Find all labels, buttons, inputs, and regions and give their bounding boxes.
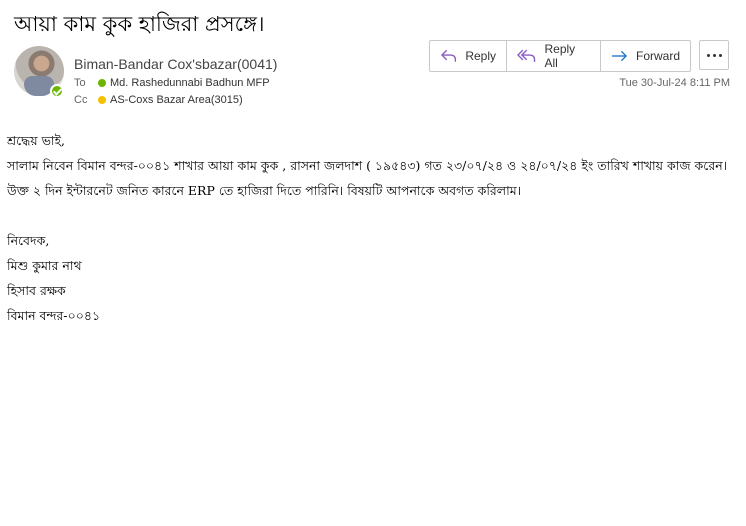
email-subject: আয়া কাম কুক হাজিরা প্রসঙ্গে। [14, 12, 265, 36]
reply-all-icon [517, 49, 536, 62]
more-options-icon-dot [718, 53, 722, 57]
signature-title: হিসাব রক্ষক [7, 283, 66, 298]
cc-label: Cc [74, 94, 88, 106]
presence-available-icon [50, 84, 64, 98]
greeting: শ্রদ্ধেয় ভাই, [7, 133, 66, 148]
reply-label: Reply [465, 49, 496, 63]
forward-button[interactable]: Forward [601, 41, 690, 71]
reply-all-label: Reply All [544, 42, 576, 70]
cc-recipient-name: AS-Coxs Bazar Area(3015) [110, 94, 243, 106]
sender-name[interactable]: Biman-Bandar Cox'sbazar(0041) [74, 56, 277, 72]
status-away-icon [98, 96, 106, 104]
forward-label: Forward [635, 49, 680, 63]
to-label: To [74, 77, 86, 89]
signature-label: নিবেদক, [7, 233, 50, 248]
to-recipient-name: Md. Rashedunnabi Badhun MFP [110, 77, 270, 89]
reply-all-button[interactable]: Reply All [507, 41, 601, 71]
to-recipient[interactable]: Md. Rashedunnabi Badhun MFP [98, 77, 270, 89]
signature-branch: বিমান বন্দর-০০৪১ [7, 308, 101, 323]
action-toolbar: Reply Reply All Forward [429, 40, 691, 72]
more-options-icon-dot [712, 53, 716, 57]
email-body: শ্রদ্ধেয় ভাই, সালাম নিবেন বিমান বন্দর-০… [7, 128, 737, 328]
reply-icon [440, 49, 457, 62]
more-options-button[interactable] [699, 40, 729, 70]
body-paragraph-1: সালাম নিবেন বিমান বন্দর-০০৪১ শাখার আয়া … [7, 158, 728, 173]
cc-recipient[interactable]: AS-Coxs Bazar Area(3015) [98, 94, 243, 106]
reply-button[interactable]: Reply [430, 41, 507, 71]
sent-date: Tue 30-Jul-24 8:11 PM [619, 77, 730, 89]
status-available-icon [98, 79, 106, 87]
signature-name: মিশু কুমার নাথ [7, 258, 82, 273]
body-paragraph-2: উক্ত ২ দিন ইন্টারনেট জনিত কারনে ERP তে হ… [7, 183, 522, 198]
more-options-icon [706, 53, 710, 57]
forward-icon [611, 50, 628, 62]
